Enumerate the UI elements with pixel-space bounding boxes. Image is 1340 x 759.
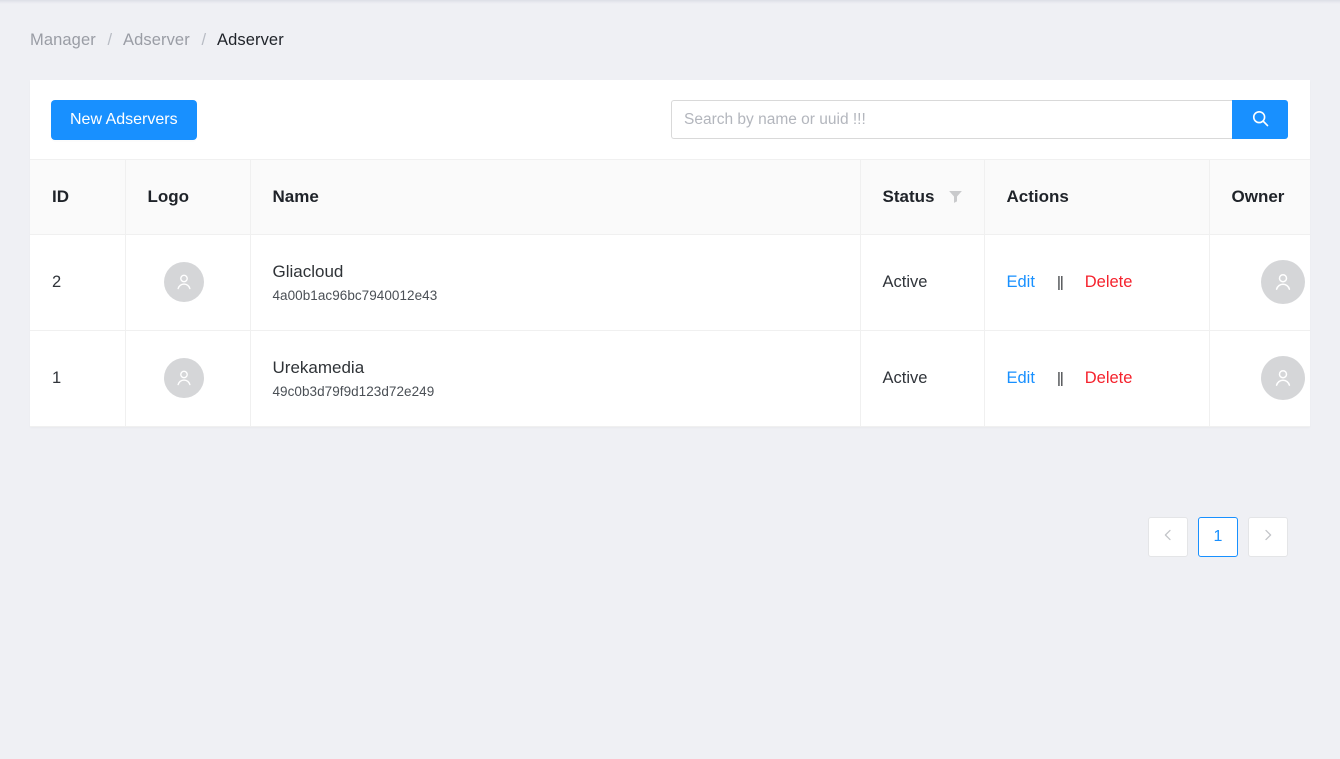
table-scroll-area[interactable]: ID Logo Name Status Actions Owner 2 Glia… xyxy=(30,159,1310,427)
cell-actions: Edit || Delete xyxy=(984,330,1210,427)
breadcrumb-separator: / xyxy=(107,31,113,49)
search-bar xyxy=(671,100,1288,139)
cell-status: Active xyxy=(860,234,985,331)
chevron-left-icon xyxy=(1162,528,1174,546)
adserver-name: Gliacloud xyxy=(272,261,344,281)
breadcrumb: Manager / Adserver / Adserver xyxy=(30,31,284,50)
cell-name: Gliacloud 4a00b1ac96bc7940012e43 xyxy=(250,234,861,331)
breadcrumb-item-manager[interactable]: Manager xyxy=(30,31,96,49)
table-row[interactable]: 1 Urekamedia 49c0b3d79f9d123d72e249 Acti… xyxy=(30,330,1310,427)
table-body: 2 Gliacloud 4a00b1ac96bc7940012e43 Activ… xyxy=(30,234,1310,427)
search-icon xyxy=(1251,109,1270,131)
cell-name: Urekamedia 49c0b3d79f9d123d72e249 xyxy=(250,330,861,427)
pagination-next-button[interactable] xyxy=(1248,517,1288,557)
edit-link[interactable]: Edit xyxy=(1007,369,1035,388)
action-separator: || xyxy=(1056,369,1064,387)
column-header-status-label: Status xyxy=(882,186,935,206)
adserver-uuid: 49c0b3d79f9d123d72e249 xyxy=(272,384,435,400)
cell-id: 2 xyxy=(30,234,126,331)
pagination-page-1[interactable]: 1 xyxy=(1198,517,1238,557)
adserver-list-card: New Adservers ID Logo xyxy=(30,80,1310,557)
cell-logo xyxy=(125,330,251,427)
pagination-prev-button[interactable] xyxy=(1148,517,1188,557)
column-header-name: Name xyxy=(250,160,861,235)
cell-status: Active xyxy=(860,330,985,427)
table-header-row: ID Logo Name Status Actions Owner xyxy=(30,160,1310,235)
cell-id: 1 xyxy=(30,330,126,427)
adservers-table: ID Logo Name Status Actions Owner 2 Glia… xyxy=(30,160,1310,427)
column-header-owner: Owner xyxy=(1209,160,1310,235)
new-adservers-button[interactable]: New Adservers xyxy=(51,100,197,140)
user-avatar-icon xyxy=(1260,356,1305,400)
cell-actions: Edit || Delete xyxy=(984,234,1210,331)
breadcrumb-separator: / xyxy=(201,31,207,49)
table-row[interactable]: 2 Gliacloud 4a00b1ac96bc7940012e43 Activ… xyxy=(30,234,1310,331)
cell-owner xyxy=(1209,234,1310,331)
adserver-name: Urekamedia xyxy=(272,357,365,377)
pagination: 1 xyxy=(1148,517,1288,557)
edit-link[interactable]: Edit xyxy=(1007,273,1035,292)
window-top-edge xyxy=(0,0,1340,4)
column-header-logo: Logo xyxy=(125,160,251,235)
delete-link[interactable]: Delete xyxy=(1085,369,1133,388)
adserver-uuid: 4a00b1ac96bc7940012e43 xyxy=(272,288,438,304)
breadcrumb-item-adserver[interactable]: Adserver xyxy=(123,31,190,49)
search-input[interactable] xyxy=(671,100,1232,139)
breadcrumb-item-current: Adserver xyxy=(216,31,284,49)
column-header-id: ID xyxy=(30,160,126,235)
cell-owner xyxy=(1209,330,1310,427)
card-toolbar: New Adservers xyxy=(30,80,1310,159)
column-header-status: Status xyxy=(860,160,985,235)
action-separator: || xyxy=(1056,273,1064,291)
chevron-right-icon xyxy=(1262,528,1274,546)
search-button[interactable] xyxy=(1232,100,1288,139)
user-avatar-icon xyxy=(163,358,204,398)
delete-link[interactable]: Delete xyxy=(1085,273,1133,292)
filter-icon[interactable] xyxy=(948,189,963,204)
user-avatar-icon xyxy=(163,262,204,302)
cell-logo xyxy=(125,234,251,331)
column-header-actions: Actions xyxy=(984,160,1210,235)
user-avatar-icon xyxy=(1260,260,1305,304)
